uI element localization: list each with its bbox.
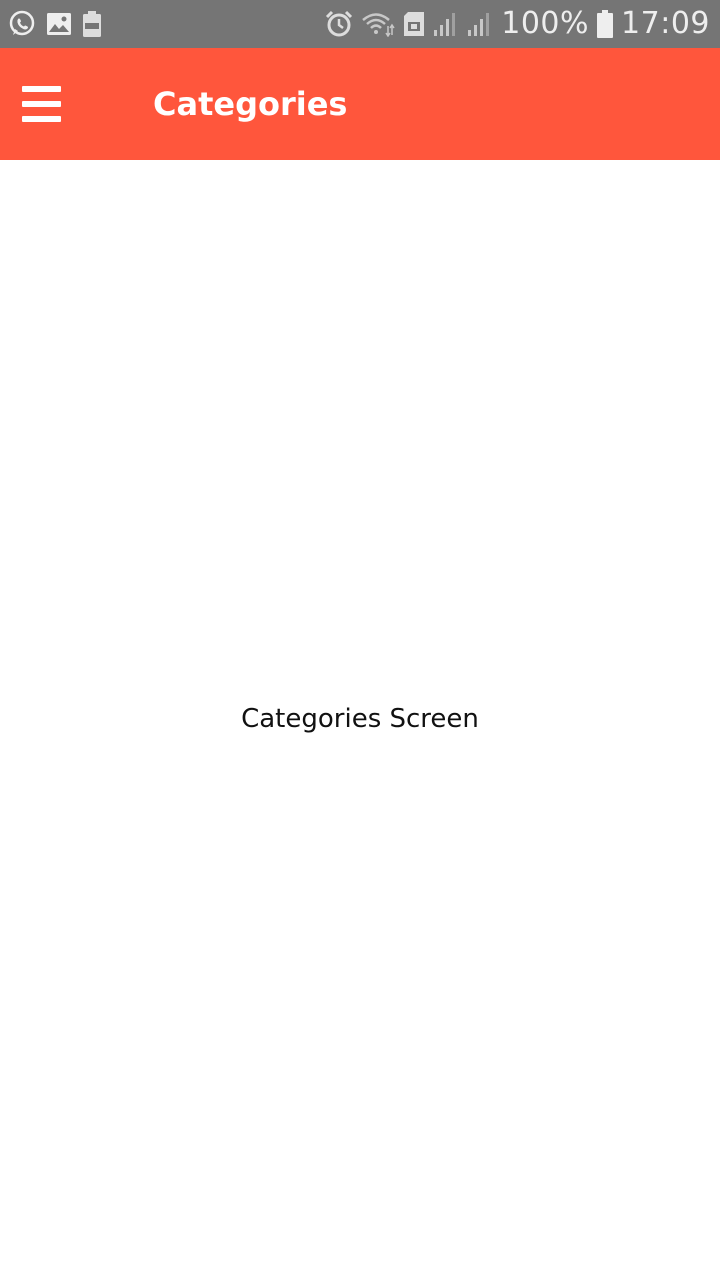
- page-title: Categories: [153, 85, 348, 123]
- wifi-icon: [361, 11, 395, 37]
- status-bar: 100% 17:09: [0, 0, 720, 48]
- main-content: Categories Screen: [0, 160, 720, 1280]
- battery-icon: [597, 10, 614, 38]
- status-time: 17:09: [621, 6, 710, 41]
- screen-message: Categories Screen: [241, 704, 479, 734]
- signal-icon: [433, 11, 459, 37]
- image-icon: [46, 12, 72, 36]
- battery-percent: 100%: [501, 6, 590, 41]
- alarm-icon: [325, 10, 353, 38]
- hamburger-menu-icon[interactable]: [22, 86, 62, 122]
- sim-icon: [403, 11, 425, 37]
- app-bar: Categories: [0, 48, 720, 160]
- signal-icon: [467, 11, 493, 37]
- whatsapp-icon: [8, 10, 36, 38]
- status-bar-left: [8, 10, 112, 38]
- battery-saver-icon: [82, 10, 102, 38]
- status-bar-right: 100% 17:09: [317, 9, 710, 39]
